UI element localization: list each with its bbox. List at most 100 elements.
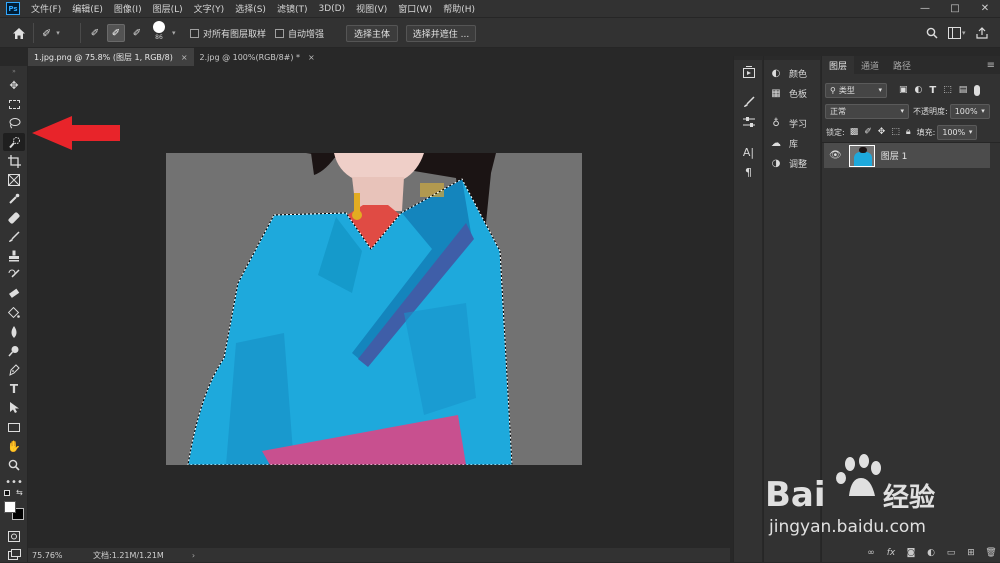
chevron-down-icon[interactable]: ▾ [172,25,176,41]
history-panel-icon[interactable] [739,64,758,80]
blend-mode-select[interactable]: 正常 ▾ [825,103,909,119]
screen-mode-icon[interactable] [3,545,25,563]
move-tool-icon[interactable]: ✥ [3,76,25,94]
history-brush-icon[interactable] [3,266,25,284]
eye-icon[interactable]: 👁︎ [829,150,842,161]
filter-pixel-icon[interactable]: ▣ [899,85,908,95]
status-menu-arrow[interactable]: › [192,551,195,560]
adjustments-sliders-icon[interactable] [739,114,758,130]
layer-filter-select[interactable]: ⚲ 类型 ▾ [825,82,887,98]
eyedropper-tool-icon[interactable] [3,190,25,208]
lasso-tool-icon[interactable] [3,114,25,132]
search-icon[interactable] [926,25,938,41]
adjustments-panel-button[interactable]: ◑ 调整 [769,154,807,172]
character-panel-icon[interactable]: A| [739,144,758,160]
delete-layer-icon[interactable]: 🗑︎ [981,548,1000,558]
lock-position-icon[interactable]: ✥ [878,127,886,137]
filter-type-icon[interactable]: T [929,85,936,96]
fill-input[interactable]: 100% ▾ [937,124,978,140]
minimize-button[interactable]: — [910,0,940,17]
lock-artboard-icon[interactable]: ⬚ [891,127,900,137]
hand-tool-icon[interactable]: ✋ [3,437,25,455]
menu-layer[interactable]: 图层(L) [153,2,183,15]
opacity-input[interactable]: 100% ▾ [949,103,990,119]
pen-tool-icon[interactable] [3,361,25,379]
menu-edit[interactable]: 编辑(E) [72,2,103,15]
filter-toggle-icon[interactable] [974,84,981,96]
sample-all-layers-checkbox[interactable]: 对所有图层取样 [190,25,266,41]
brush-settings-icon[interactable] [739,94,758,110]
add-mask-icon[interactable]: ◙ [901,548,921,558]
auto-enhance-checkbox[interactable]: 自动增强 [275,25,324,41]
close-icon[interactable]: × [308,53,315,62]
marquee-tool-icon[interactable] [3,95,25,113]
document-canvas[interactable] [166,153,582,465]
workspace-icon[interactable] [948,25,961,41]
brush-tool-icon[interactable] [3,228,25,246]
menu-type[interactable]: 文字(Y) [194,2,225,15]
blur-tool-icon[interactable] [3,323,25,341]
panel-collapse-icon[interactable]: » [3,68,25,75]
filter-shape-icon[interactable]: ⬚ [943,85,952,95]
subtract-from-selection-button[interactable]: ✐ [128,24,146,42]
share-icon[interactable] [976,25,988,41]
select-and-mask-button[interactable]: 选择并遮住 ... [406,25,476,42]
panel-menu-icon[interactable]: ≡ [987,56,995,74]
menu-help[interactable]: 帮助(H) [443,2,475,15]
foreground-color-swatch[interactable] [4,501,16,513]
maximize-button[interactable]: □ [940,0,970,17]
new-layer-icon[interactable]: ⊞ [961,548,981,558]
path-selection-icon[interactable] [3,399,25,417]
default-colors-icon[interactable] [4,490,10,496]
libraries-panel-button[interactable]: ☁ 库 [769,134,798,152]
layer-row-layer-1[interactable]: 👁︎ 图层 1 [824,143,990,168]
menu-window[interactable]: 窗口(W) [398,2,432,15]
lock-transparent-icon[interactable]: ▩ [850,127,859,137]
add-to-selection-button[interactable]: ✐ [107,24,125,42]
crop-tool-icon[interactable] [3,152,25,170]
close-icon[interactable]: × [181,53,188,62]
menu-image[interactable]: 图像(I) [114,2,142,15]
paint-bucket-icon[interactable] [3,304,25,322]
tool-preset-picker[interactable]: ✐ ▾ [42,25,60,41]
swap-colors-icon[interactable]: ⇆ [16,488,23,497]
quick-mask-icon[interactable] [3,527,25,545]
filter-smart-object-icon[interactable]: ▤ [959,85,968,95]
type-tool-icon[interactable]: T [3,380,25,398]
filter-adjustment-icon[interactable]: ◐ [915,85,923,95]
canvas-area[interactable] [28,66,730,548]
healing-brush-icon[interactable] [3,209,25,227]
color-panel-button[interactable]: ◐ 颜色 [769,64,807,82]
zoom-tool-icon[interactable] [3,456,25,474]
frame-tool-icon[interactable] [3,171,25,189]
learn-panel-button[interactable]: ♁ 学习 [769,114,807,132]
tab-document-2[interactable]: 2.jpg @ 100%(RGB/8#) * × [194,48,321,66]
tab-document-1[interactable]: 1.jpg.png @ 75.8% (图层 1, RGB/8) × [28,48,194,66]
eraser-tool-icon[interactable] [3,285,25,303]
close-button[interactable]: ✕ [970,0,1000,17]
lock-all-icon[interactable]: 🔒︎ [906,127,911,137]
quick-selection-tool-icon[interactable] [3,133,25,151]
swatches-panel-button[interactable]: ▦ 色板 [769,84,807,102]
fx-icon[interactable]: fx [881,548,901,558]
tab-paths[interactable]: 路径 [886,56,918,74]
new-adjustment-icon[interactable]: ◐ [921,548,941,558]
select-subject-button[interactable]: 选择主体 [346,25,398,42]
zoom-level[interactable]: 75.76% [32,551,76,560]
link-layers-icon[interactable]: ∞ [861,548,881,558]
tab-channels[interactable]: 通道 [854,56,886,74]
dodge-tool-icon[interactable] [3,342,25,360]
paragraph-panel-icon[interactable]: ¶ [739,164,758,180]
rectangle-tool-icon[interactable] [3,418,25,436]
lock-pixels-icon[interactable]: ✐ [864,127,872,137]
menu-filter[interactable]: 滤镜(T) [277,2,308,15]
new-group-icon[interactable]: ▭ [941,548,961,558]
menu-select[interactable]: 选择(S) [235,2,266,15]
menu-view[interactable]: 视图(V) [356,2,387,15]
layer-name[interactable]: 图层 1 [881,149,908,162]
menu-3d[interactable]: 3D(D) [318,4,345,14]
brush-size-picker[interactable]: 86 [153,21,165,47]
stamp-tool-icon[interactable] [3,247,25,265]
home-icon[interactable] [12,25,26,41]
new-selection-button[interactable]: ✐ [86,24,104,42]
